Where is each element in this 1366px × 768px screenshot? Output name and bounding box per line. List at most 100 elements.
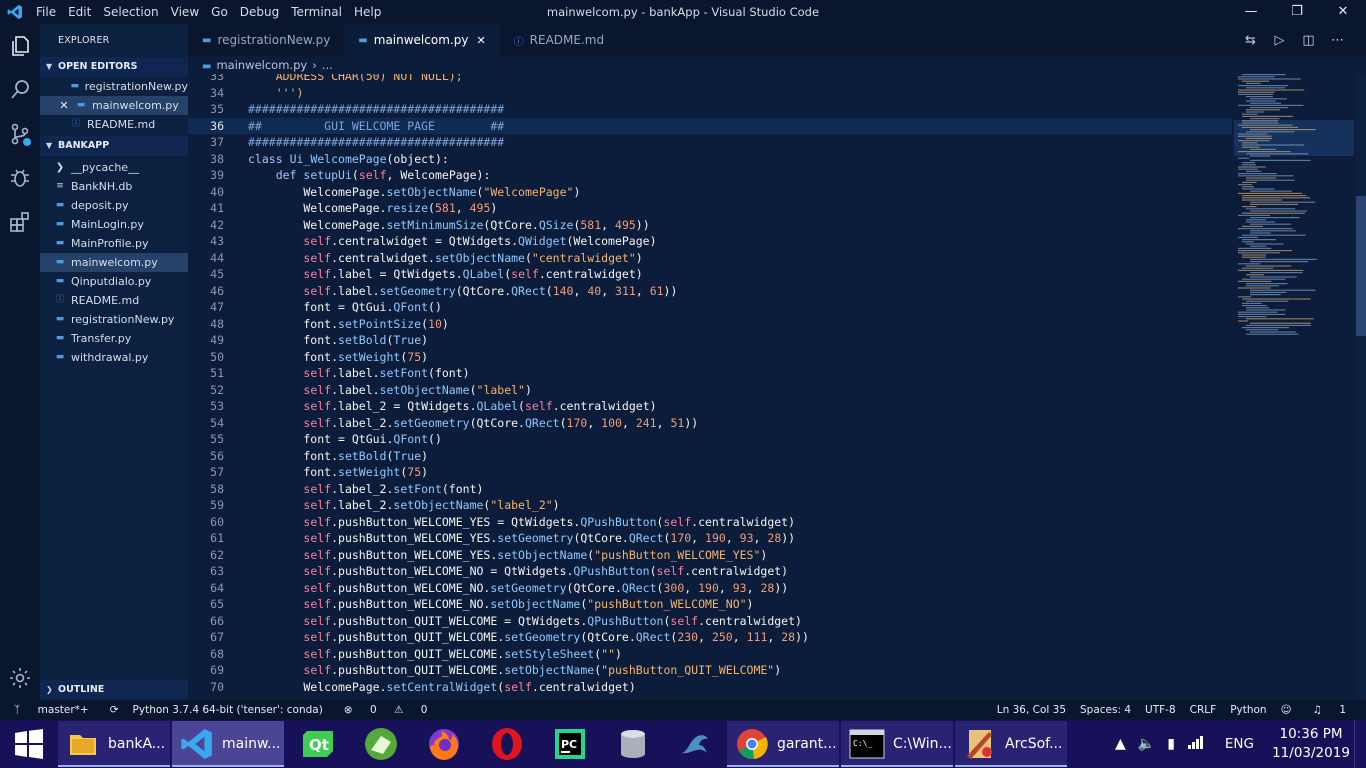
file-item[interactable]: ▬ Qinputdialo.py bbox=[40, 272, 188, 291]
code-line[interactable]: 55 font = QtGui.QFont() bbox=[188, 431, 1232, 448]
file-item[interactable]: ▬ MainLogin.py bbox=[40, 215, 188, 234]
tray-chevron-up-icon[interactable]: ▲ bbox=[1109, 736, 1132, 752]
branch-status[interactable]: ᛉ master*+ bbox=[0, 704, 103, 716]
code-line[interactable]: 49 font.setBold(True) bbox=[188, 332, 1232, 349]
code-editor[interactable]: 33 ADDRESS CHAR(50) NOT NULL); 34 ''') 35 #… bbox=[188, 74, 1232, 700]
code-line[interactable]: 36 ## GUI WELCOME PAGE ## bbox=[188, 117, 1232, 134]
code-line[interactable]: 53 self.label_2 = QtWidgets.QLabel(self.… bbox=[188, 398, 1232, 415]
minimize-icon[interactable]: — bbox=[1228, 0, 1274, 24]
breadcrumb-file[interactable]: mainwelcom.py bbox=[216, 58, 307, 72]
code-line[interactable]: 39 def setupUi(self, WelcomePage): bbox=[188, 167, 1232, 184]
code-line[interactable]: 57 font.setWeight(75) bbox=[188, 464, 1232, 481]
menu-selection[interactable]: Selection bbox=[97, 5, 164, 19]
editor-scrollbar[interactable] bbox=[1356, 74, 1366, 700]
breadcrumb-rest[interactable]: ... bbox=[322, 58, 333, 72]
taskbar-app-cmd[interactable]: C:\_ C:\Win... bbox=[841, 721, 953, 767]
show-desktop-button[interactable] bbox=[1354, 720, 1366, 768]
network-signal-icon[interactable] bbox=[1181, 734, 1211, 754]
close-tab-icon[interactable]: ✕ bbox=[476, 34, 485, 47]
file-item[interactable]: ▬ MainProfile.py bbox=[40, 234, 188, 253]
code-line[interactable]: 41 WelcomePage.resize(581, 495) bbox=[188, 200, 1232, 217]
file-item[interactable]: ⓘ README.md bbox=[40, 291, 188, 310]
code-line[interactable]: 48 font.setPointSize(10) bbox=[188, 316, 1232, 333]
close-editor-icon[interactable]: ✕ bbox=[58, 96, 70, 115]
taskbar-pin-pycharm[interactable]: PC bbox=[538, 721, 601, 767]
code-line[interactable]: 59 self.label_2.setObjectName("label_2") bbox=[188, 497, 1232, 514]
code-line[interactable]: 34 ''') bbox=[188, 85, 1232, 102]
code-line[interactable]: 44 self.centralwidget.setObjectName("cen… bbox=[188, 250, 1232, 267]
code-line[interactable]: 63 self.pushButton_WELCOME_NO = QtWidget… bbox=[188, 563, 1232, 580]
code-line[interactable]: 45 self.label = QtWidgets.QLabel(self.ce… bbox=[188, 266, 1232, 283]
code-line[interactable]: 47 font = QtGui.QFont() bbox=[188, 299, 1232, 316]
end-of-line[interactable]: CRLF bbox=[1183, 704, 1224, 716]
project-section[interactable]: ▼ BANKAPP bbox=[40, 136, 188, 156]
code-line[interactable]: 68 self.pushButton_QUIT_WELCOME.setStyle… bbox=[188, 646, 1232, 663]
taskbar-app-vscode[interactable]: mainw... bbox=[172, 721, 284, 767]
tab-mainwelcom[interactable]: ▬ mainwelcom.py ✕ bbox=[344, 24, 500, 56]
debug-icon[interactable] bbox=[8, 166, 32, 190]
compare-changes-icon[interactable]: ⇆ bbox=[1236, 33, 1265, 48]
menu-debug[interactable]: Debug bbox=[234, 5, 285, 19]
menu-file[interactable]: File bbox=[30, 5, 62, 19]
code-line[interactable]: 43 self.centralwidget = QtWidgets.QWidge… bbox=[188, 233, 1232, 250]
restore-icon[interactable]: ❐ bbox=[1274, 0, 1320, 24]
taskbar-pin-firefox[interactable] bbox=[412, 721, 475, 767]
file-item[interactable]: ▬ registrationNew.py bbox=[40, 310, 188, 329]
code-line[interactable]: 38 class Ui_WelcomePage(object): bbox=[188, 151, 1232, 168]
scrollbar-thumb[interactable] bbox=[1356, 196, 1366, 336]
taskbar-pin-opera[interactable] bbox=[475, 721, 538, 767]
notifications[interactable]: ♫ 1 bbox=[1299, 704, 1360, 716]
code-line[interactable]: 67 self.pushButton_QUIT_WELCOME.setGeome… bbox=[188, 629, 1232, 646]
taskbar-pin-mysql[interactable] bbox=[664, 721, 727, 767]
code-line[interactable]: 51 self.label.setFont(font) bbox=[188, 365, 1232, 382]
settings-gear-icon[interactable] bbox=[8, 666, 32, 690]
open-editors-section[interactable]: ▼ OPEN EDITORS bbox=[40, 57, 188, 77]
input-language[interactable]: ENG bbox=[1211, 736, 1268, 752]
menu-terminal[interactable]: Terminal bbox=[285, 5, 348, 19]
python-interpreter[interactable]: Python 3.7.4 64-bit ('tenser': conda) bbox=[126, 704, 330, 716]
folder-item[interactable]: ❯ __pycache__ bbox=[40, 158, 188, 177]
close-icon[interactable]: ✕ bbox=[1320, 0, 1366, 24]
file-item-selected[interactable]: ▬ mainwelcom.py bbox=[40, 253, 188, 272]
code-line[interactable]: 61 self.pushButton_WELCOME_YES.setGeomet… bbox=[188, 530, 1232, 547]
code-line[interactable]: 70 WelcomePage.setCentralWidget(self.cen… bbox=[188, 679, 1232, 696]
file-item[interactable]: ▬ withdrawal.py bbox=[40, 348, 188, 367]
code-line[interactable]: 54 self.label_2.setGeometry(QtCore.QRect… bbox=[188, 415, 1232, 432]
code-line[interactable]: 33 ADDRESS CHAR(50) NOT NULL); bbox=[188, 74, 1232, 85]
code-line[interactable]: 66 self.pushButton_QUIT_WELCOME = QtWidg… bbox=[188, 613, 1232, 630]
taskbar-pin-green-app[interactable] bbox=[349, 721, 412, 767]
search-icon[interactable] bbox=[8, 78, 32, 102]
code-line[interactable]: 64 self.pushButton_WELCOME_NO.setGeometr… bbox=[188, 580, 1232, 597]
code-line[interactable]: 52 self.label.setObjectName("label") bbox=[188, 382, 1232, 399]
file-item[interactable]: ≡ BankNH.db bbox=[40, 177, 188, 196]
split-editor-icon[interactable]: ◫ bbox=[1294, 33, 1323, 48]
menu-go[interactable]: Go bbox=[205, 5, 234, 19]
taskbar-pin-database[interactable] bbox=[601, 721, 664, 767]
taskbar-app-chrome[interactable]: garant... bbox=[727, 721, 839, 767]
run-icon[interactable]: ▷ bbox=[1265, 33, 1294, 48]
open-editor-item-active[interactable]: ✕ ▬ mainwelcom.py bbox=[40, 96, 188, 115]
taskbar-pin-qt[interactable]: Qt bbox=[286, 721, 349, 767]
code-line[interactable]: 69 self.pushButton_QUIT_WELCOME.setObjec… bbox=[188, 662, 1232, 679]
extensions-icon[interactable] bbox=[8, 210, 32, 234]
open-editor-item[interactable]: ⓘ README.md bbox=[40, 115, 188, 134]
taskbar-app-explorer[interactable]: bankA... bbox=[58, 721, 170, 767]
code-line[interactable]: 56 font.setBold(True) bbox=[188, 448, 1232, 465]
problems-status[interactable]: ⊗ 0 ⚠ 0 bbox=[330, 704, 442, 716]
explorer-icon[interactable] bbox=[8, 34, 32, 58]
code-line[interactable]: 37 ##################################### bbox=[188, 134, 1232, 151]
cursor-position[interactable]: Ln 36, Col 35 bbox=[990, 704, 1073, 716]
outline-section[interactable]: ❯ OUTLINE bbox=[40, 680, 188, 700]
tab-registrationnew[interactable]: ▬ registrationNew.py bbox=[188, 24, 344, 56]
clock[interactable]: 10:36 PM 11/03/2019 bbox=[1268, 725, 1354, 763]
code-line[interactable]: 58 self.label_2.setFont(font) bbox=[188, 481, 1232, 498]
code-line[interactable]: 42 WelcomePage.setMinimumSize(QtCore.QSi… bbox=[188, 217, 1232, 234]
language-mode[interactable]: Python bbox=[1223, 704, 1273, 716]
menu-edit[interactable]: Edit bbox=[62, 5, 97, 19]
code-line[interactable]: 50 font.setWeight(75) bbox=[188, 349, 1232, 366]
file-item[interactable]: ▬ Transfer.py bbox=[40, 329, 188, 348]
code-line[interactable]: 62 self.pushButton_WELCOME_YES.setObject… bbox=[188, 547, 1232, 564]
sync-icon[interactable]: ⟳ bbox=[103, 704, 126, 716]
source-control-icon[interactable] bbox=[8, 122, 32, 146]
code-line[interactable]: 35 ##################################### bbox=[188, 101, 1232, 118]
